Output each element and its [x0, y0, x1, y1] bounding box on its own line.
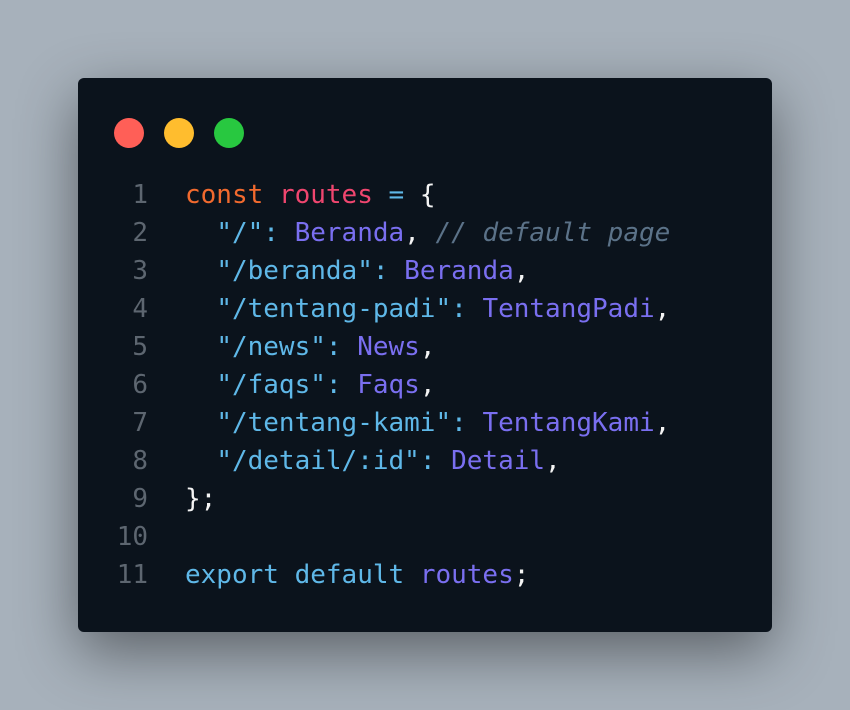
line-number: 4	[132, 294, 148, 324]
line-number: 9	[132, 484, 148, 514]
code-token: const	[185, 180, 264, 210]
code-line: 9};	[78, 480, 772, 518]
code-token: ,	[419, 370, 436, 400]
code-token: routes	[419, 560, 514, 590]
code-token: ;	[513, 560, 530, 590]
code-token: :	[451, 294, 467, 324]
code-block: 1 const routes = {2 "/": Beranda, // defa…	[78, 176, 772, 594]
code-token: ,	[404, 218, 436, 248]
code-window: 1 const routes = {2 "/": Beranda, // defa…	[78, 78, 772, 632]
code-line: 11 export default routes;	[78, 556, 772, 594]
code-token: "/"	[216, 218, 264, 248]
line-number: 6	[132, 370, 148, 400]
code-token: =	[388, 180, 405, 210]
code-token: ,	[654, 408, 671, 438]
code-line: 1 const routes = {	[78, 176, 772, 214]
code-token: export	[185, 560, 279, 590]
code-token: "/detail/:id"	[216, 446, 420, 476]
minimize-dot-icon	[164, 118, 194, 148]
line-number: 11	[116, 560, 148, 590]
code-token: Beranda	[404, 256, 514, 286]
code-token: :	[451, 408, 467, 438]
line-number: 8	[132, 446, 148, 476]
code-token: News	[357, 332, 420, 362]
code-token: // default page	[435, 218, 671, 248]
code-line: 3 "/beranda": Beranda,	[78, 252, 772, 290]
code-token: "/beranda"	[216, 256, 373, 286]
code-token: "/tentang-padi"	[216, 294, 452, 324]
code-line: 8 "/detail/:id": Detail,	[78, 442, 772, 480]
code-token: ,	[513, 256, 530, 286]
code-token: :	[325, 370, 342, 400]
code-token: routes	[278, 180, 373, 210]
code-token: Detail	[451, 446, 546, 476]
code-token: default	[294, 560, 405, 590]
window-controls	[114, 118, 244, 148]
line-number: 3	[132, 256, 148, 286]
code-token: };	[185, 484, 217, 514]
code-line: 6 "/faqs": Faqs,	[78, 366, 772, 404]
code-token: ,	[545, 446, 561, 476]
line-number: 5	[132, 332, 148, 362]
code-token: :	[263, 218, 279, 248]
code-line: 4 "/tentang-padi": TentangPadi,	[78, 290, 772, 328]
line-number: 1	[132, 180, 148, 210]
line-number: 2	[132, 218, 148, 248]
code-line: 2 "/": Beranda, // default page	[78, 214, 772, 252]
code-token: "/news"	[216, 332, 326, 362]
code-token: Beranda	[294, 218, 405, 248]
code-token: :	[372, 256, 389, 286]
code-token: {	[404, 180, 436, 210]
close-dot-icon	[114, 118, 144, 148]
code-token: ,	[419, 332, 436, 362]
code-line: 10	[78, 518, 772, 556]
code-token: :	[325, 332, 342, 362]
code-token: TentangPadi	[482, 294, 655, 324]
code-line: 7 "/tentang-kami": TentangKami,	[78, 404, 772, 442]
line-number: 10	[116, 522, 148, 552]
code-token: "/tentang-kami"	[216, 408, 452, 438]
code-token: TentangKami	[482, 408, 655, 438]
line-number: 7	[132, 408, 148, 438]
code-line: 5 "/news": News,	[78, 328, 772, 366]
code-token: :	[419, 446, 436, 476]
code-token: "/faqs"	[216, 370, 326, 400]
code-token: ,	[654, 294, 671, 324]
maximize-dot-icon	[214, 118, 244, 148]
code-token: Faqs	[357, 370, 420, 400]
